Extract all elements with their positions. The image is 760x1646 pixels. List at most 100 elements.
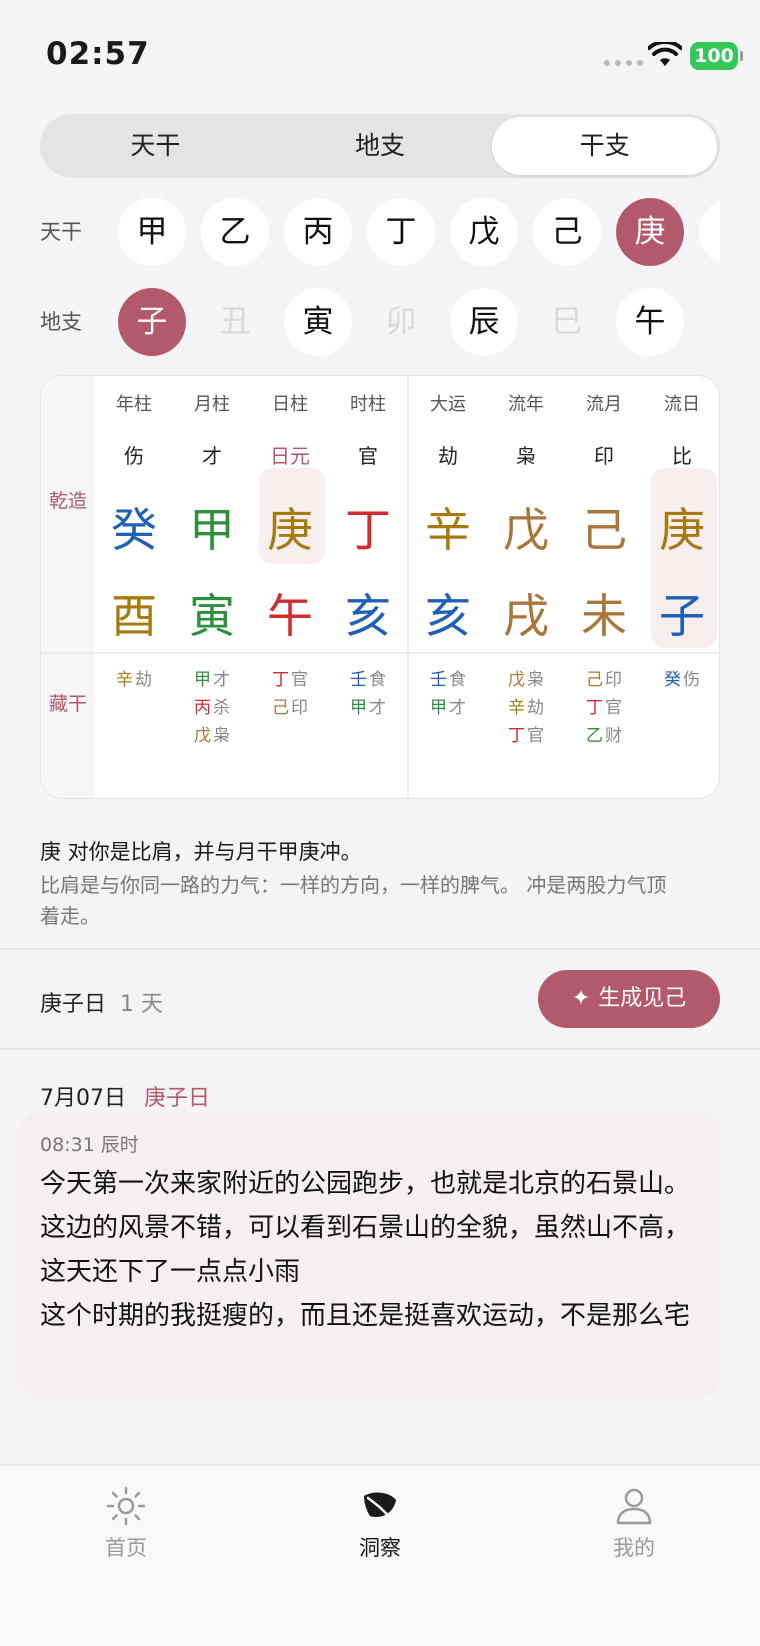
pillar-column-month[interactable]: 月柱 才 甲 寅 甲才 丙杀 戊枭 [173,376,251,798]
pillar-title: 大运 [430,394,466,415]
heavenly-stem: 癸 [111,503,157,557]
tiangan-chip-scroller[interactable]: 甲 乙 丙 丁 戊 己 庚 [118,196,720,266]
dizhi-chip-disabled: 巳 [551,304,583,340]
hidden-ten-god: 才 [369,698,386,718]
segment-ganzhi[interactable]: 干支 [492,117,718,175]
hidden-stem: 丁 [272,670,289,690]
tiangan-chip[interactable]: 己 [533,198,601,266]
dizhi-chip-disabled: 卯 [385,304,417,340]
hidden-stems: 癸伤 [643,666,719,694]
pillar-title: 流日 [664,394,700,415]
hidden-ten-god: 印 [291,698,308,718]
ten-god: 官 [358,444,378,468]
heavenly-stem: 甲 [189,503,235,557]
pillar-title: 流月 [586,394,622,415]
tab-insight-label: 洞察 [359,1536,401,1560]
entry-date-header: 7月07日 庚子日 [40,1080,210,1112]
earthly-branch: 戌 [503,589,549,643]
earthly-branch: 子 [659,589,705,643]
leaf-icon [364,1492,396,1522]
person-icon [616,1488,652,1525]
entry-time: 08:31 辰时 [40,1134,139,1156]
hidden-ten-god: 伤 [683,670,700,690]
pillar-column-liuyue[interactable]: 流月 印 己 未 己印 丁官 乙财 [565,376,643,798]
dizhi-picker-row: 地支 子 丑 寅 卯 辰 巳 午 [40,286,720,356]
wifi-icon [648,42,682,66]
hidden-stems: 壬食 甲才 [329,666,407,722]
generate-button-label: 生成见己 [598,986,687,1011]
dizhi-chip[interactable]: 辰 [450,288,518,356]
pillar-title: 时柱 [350,394,386,415]
pillar-title: 年柱 [116,394,152,415]
tiangan-chip[interactable]: 乙 [201,198,269,266]
pillar-title: 日柱 [272,394,308,415]
sun-icon [106,1486,146,1526]
ten-god: 才 [202,444,222,468]
tiangan-chip-partial[interactable] [699,198,720,266]
ten-god-day-master: 日元 [270,444,310,468]
heavenly-stem: 庚 [659,503,705,557]
day-ganzhi-label: 庚子日 [40,992,107,1017]
dizhi-chip-selected[interactable]: 子 [118,288,186,356]
bottom-tab-bar: 首页 洞察 我的 [0,1464,760,1646]
hidden-ten-god: 杀 [213,698,230,718]
hidden-ten-god: 印 [605,670,622,690]
dizhi-chip[interactable]: 寅 [284,288,352,356]
tab-profile[interactable]: 我的 [574,1486,694,1562]
hidden-stems: 甲才 丙杀 戊枭 [173,666,251,750]
hidden-stems: 己印 丁官 乙财 [565,666,643,750]
tab-insight[interactable]: 洞察 [320,1486,440,1562]
journal-entry-card[interactable]: 08:31 辰时 今天第一次来家附近的公园跑步，也就是北京的石景山。这边的风景不… [18,1112,720,1398]
hidden-ten-god: 食 [449,670,466,690]
earthly-branch: 亥 [425,589,471,643]
hidden-stem: 辛 [508,698,525,718]
hidden-ten-god: 才 [213,670,230,690]
dizhi-chip-scroller[interactable]: 子 丑 寅 卯 辰 巳 午 [118,286,720,356]
hidden-stems: 丁官 己印 [251,666,329,722]
pillar-column-liuri[interactable]: 流日 比 庚 子 癸伤 [643,376,719,798]
hidden-stem: 甲 [350,698,367,718]
segment-dizhi[interactable]: 地支 [268,117,493,175]
mode-segmented-control: 天干 地支 干支 [40,114,720,178]
earthly-branch: 午 [267,589,313,643]
pillar-column-hour[interactable]: 时柱 官 丁 亥 壬食 甲才 [329,376,407,798]
chart-side-top: 乾造 [41,376,95,652]
tiangan-chip[interactable]: 丙 [284,198,352,266]
hidden-stem: 辛 [116,670,133,690]
chart-side-bottom: 藏干 [41,653,95,798]
hidden-stem: 己 [272,698,289,718]
tiangan-chip[interactable]: 甲 [118,198,186,266]
hidden-ten-god: 劫 [135,670,152,690]
hidden-stem: 丁 [586,698,603,718]
status-time: 02:57 [46,36,150,72]
segment-tiangan[interactable]: 天干 [43,117,268,175]
side-label-qianzao: 乾造 [48,490,87,512]
hidden-stem: 壬 [430,670,447,690]
tiangan-chip[interactable]: 丁 [367,198,435,266]
tab-home[interactable]: 首页 [66,1486,186,1562]
dizhi-chip[interactable]: 午 [616,288,684,356]
side-label-canggan: 藏干 [48,693,87,715]
relation-detail: 比肩是与你同一路的力气：一样的方向，一样的脾气。 冲是两股力气顶着走。 [40,873,667,928]
ten-god: 枭 [516,444,536,468]
pillar-column-liunian[interactable]: 流年 枭 戊 戌 戊枭 辛劫 丁官 [487,376,565,798]
earthly-branch: 酉 [111,589,157,643]
pillar-column-dayun[interactable]: 大运 劫 辛 亥 壬食 甲才 [409,376,487,798]
hidden-stem: 壬 [350,670,367,690]
tiangan-chip-selected[interactable]: 庚 [616,198,684,266]
tiangan-chip[interactable]: 戊 [450,198,518,266]
day-count: 1 天 [120,992,164,1017]
divider [0,948,760,950]
hidden-ten-god: 财 [605,726,622,746]
generate-button[interactable]: ✦ 生成见己 [538,970,720,1028]
ten-god: 比 [672,444,692,468]
hidden-stems: 戊枭 辛劫 丁官 [487,666,565,750]
entry-ganzhi: 庚子日 [144,1086,211,1111]
cellular-signal-icon [604,60,643,66]
ten-god: 印 [594,444,614,468]
heavenly-stem: 丁 [345,503,391,557]
pillar-column-year[interactable]: 年柱 伤 癸 酉 辛劫 [95,376,173,798]
hidden-ten-god: 劫 [527,698,544,718]
pillar-column-day[interactable]: 日柱 日元 庚 午 丁官 己印 [251,376,329,798]
hidden-stem: 甲 [430,698,447,718]
